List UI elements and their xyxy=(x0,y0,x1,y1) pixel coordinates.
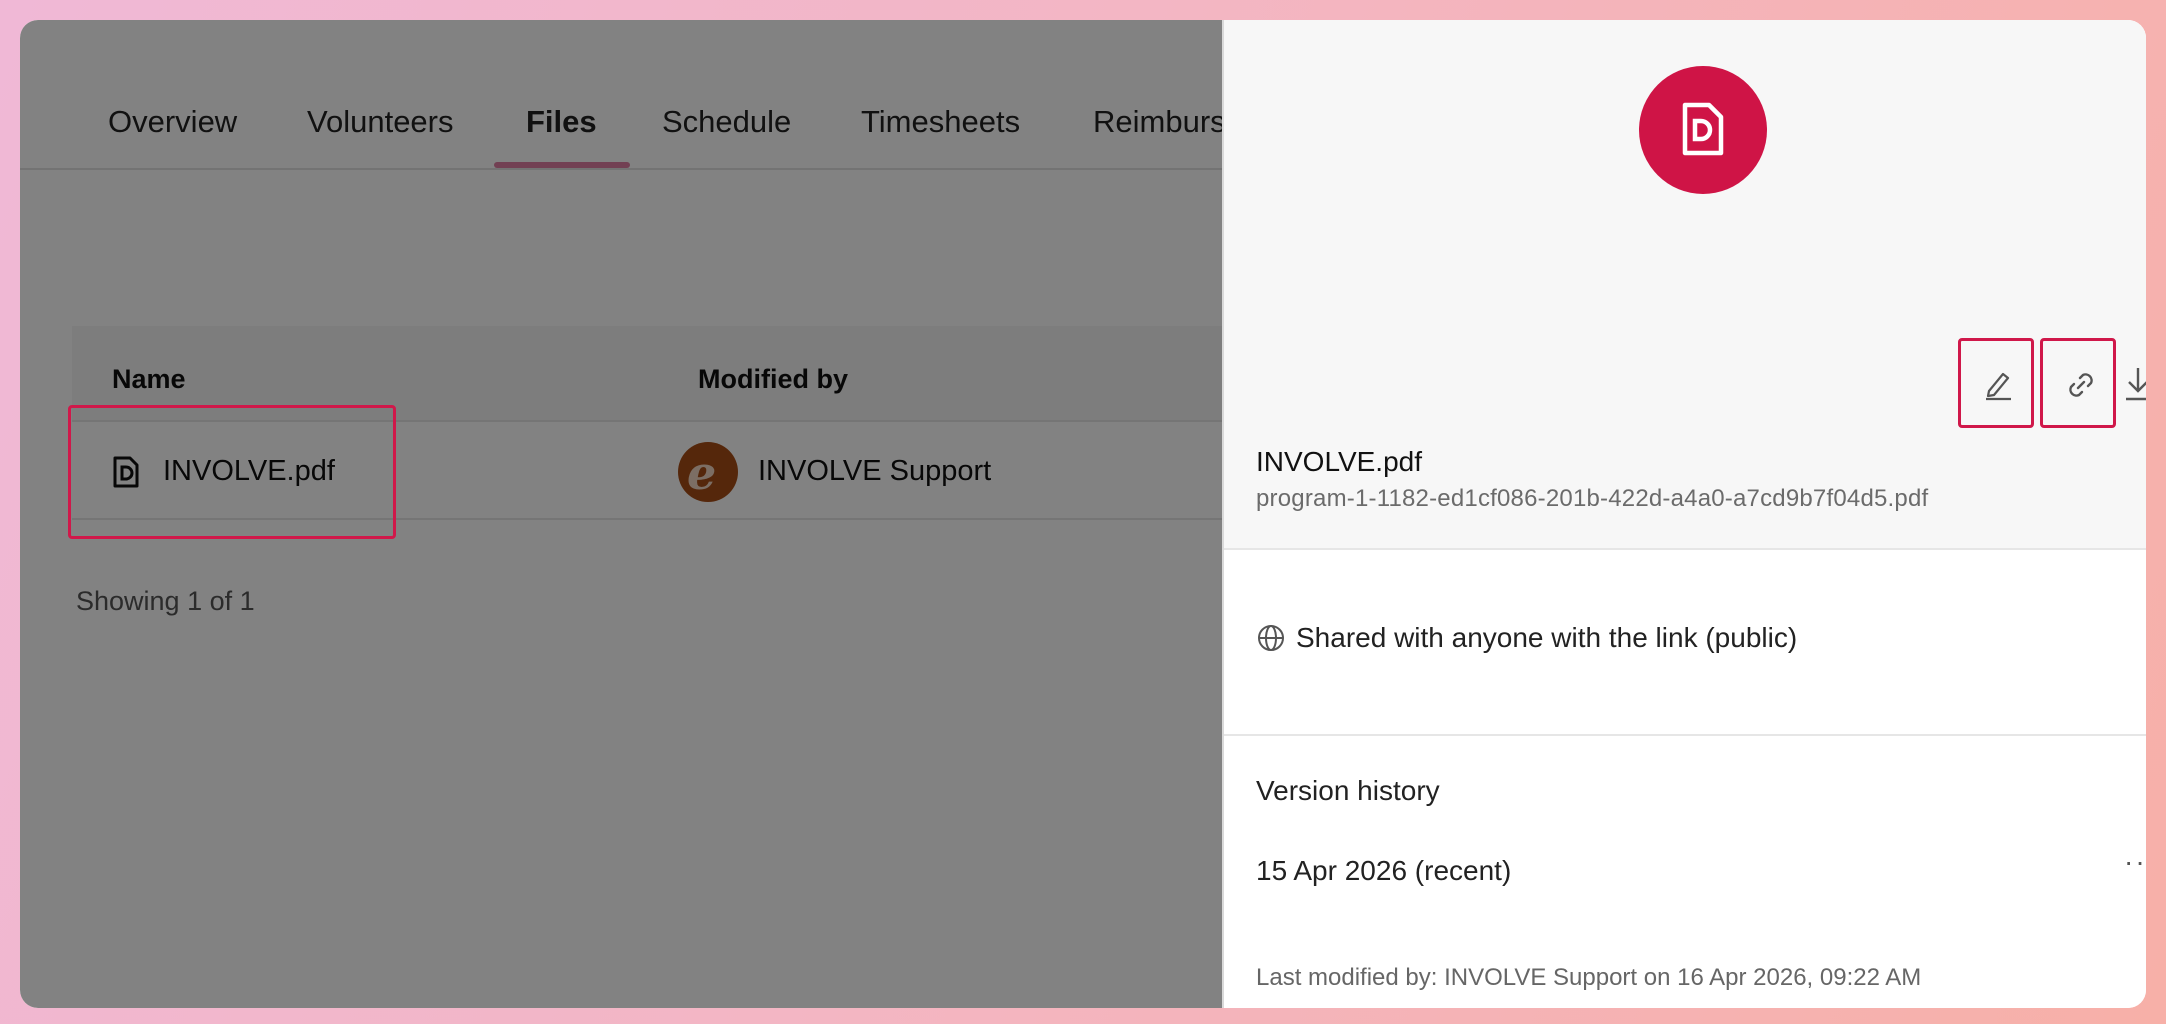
sharing-text: Shared with anyone with the link (public… xyxy=(1296,622,1798,653)
download-button[interactable] xyxy=(2123,364,2146,404)
more-icon[interactable]: ··· xyxy=(2124,846,2146,878)
copy-link-button[interactable] xyxy=(2040,338,2116,428)
download-icon xyxy=(2126,368,2146,401)
divider xyxy=(1224,734,2146,736)
version-history-title: Version history xyxy=(1256,775,1440,806)
version-item: 15 Apr 2026 (recent) xyxy=(1256,855,1512,886)
link-icon xyxy=(2069,373,2093,397)
file-details-drawer: INVOLVE.pdf program-1-1182-ed1cf086-201b… xyxy=(1222,20,2146,1008)
app-window: Overview Volunteers Files Schedule Times… xyxy=(20,20,2146,1008)
file-pdf-icon xyxy=(1639,66,1767,194)
last-modified-info: Last modified by: INVOLVE Support on 16 … xyxy=(1256,964,1922,991)
pencil-icon xyxy=(1986,372,2011,401)
drawer-header: INVOLVE.pdf program-1-1182-ed1cf086-201b… xyxy=(1224,20,2146,550)
globe-icon xyxy=(1256,623,1286,658)
drawer-file-title: INVOLVE.pdf xyxy=(1256,446,1423,477)
rename-button[interactable] xyxy=(1958,338,2034,428)
file-row-highlight xyxy=(68,405,396,539)
drawer-file-path: program-1-1182-ed1cf086-201b-422d-a4a0-a… xyxy=(1256,485,1929,512)
